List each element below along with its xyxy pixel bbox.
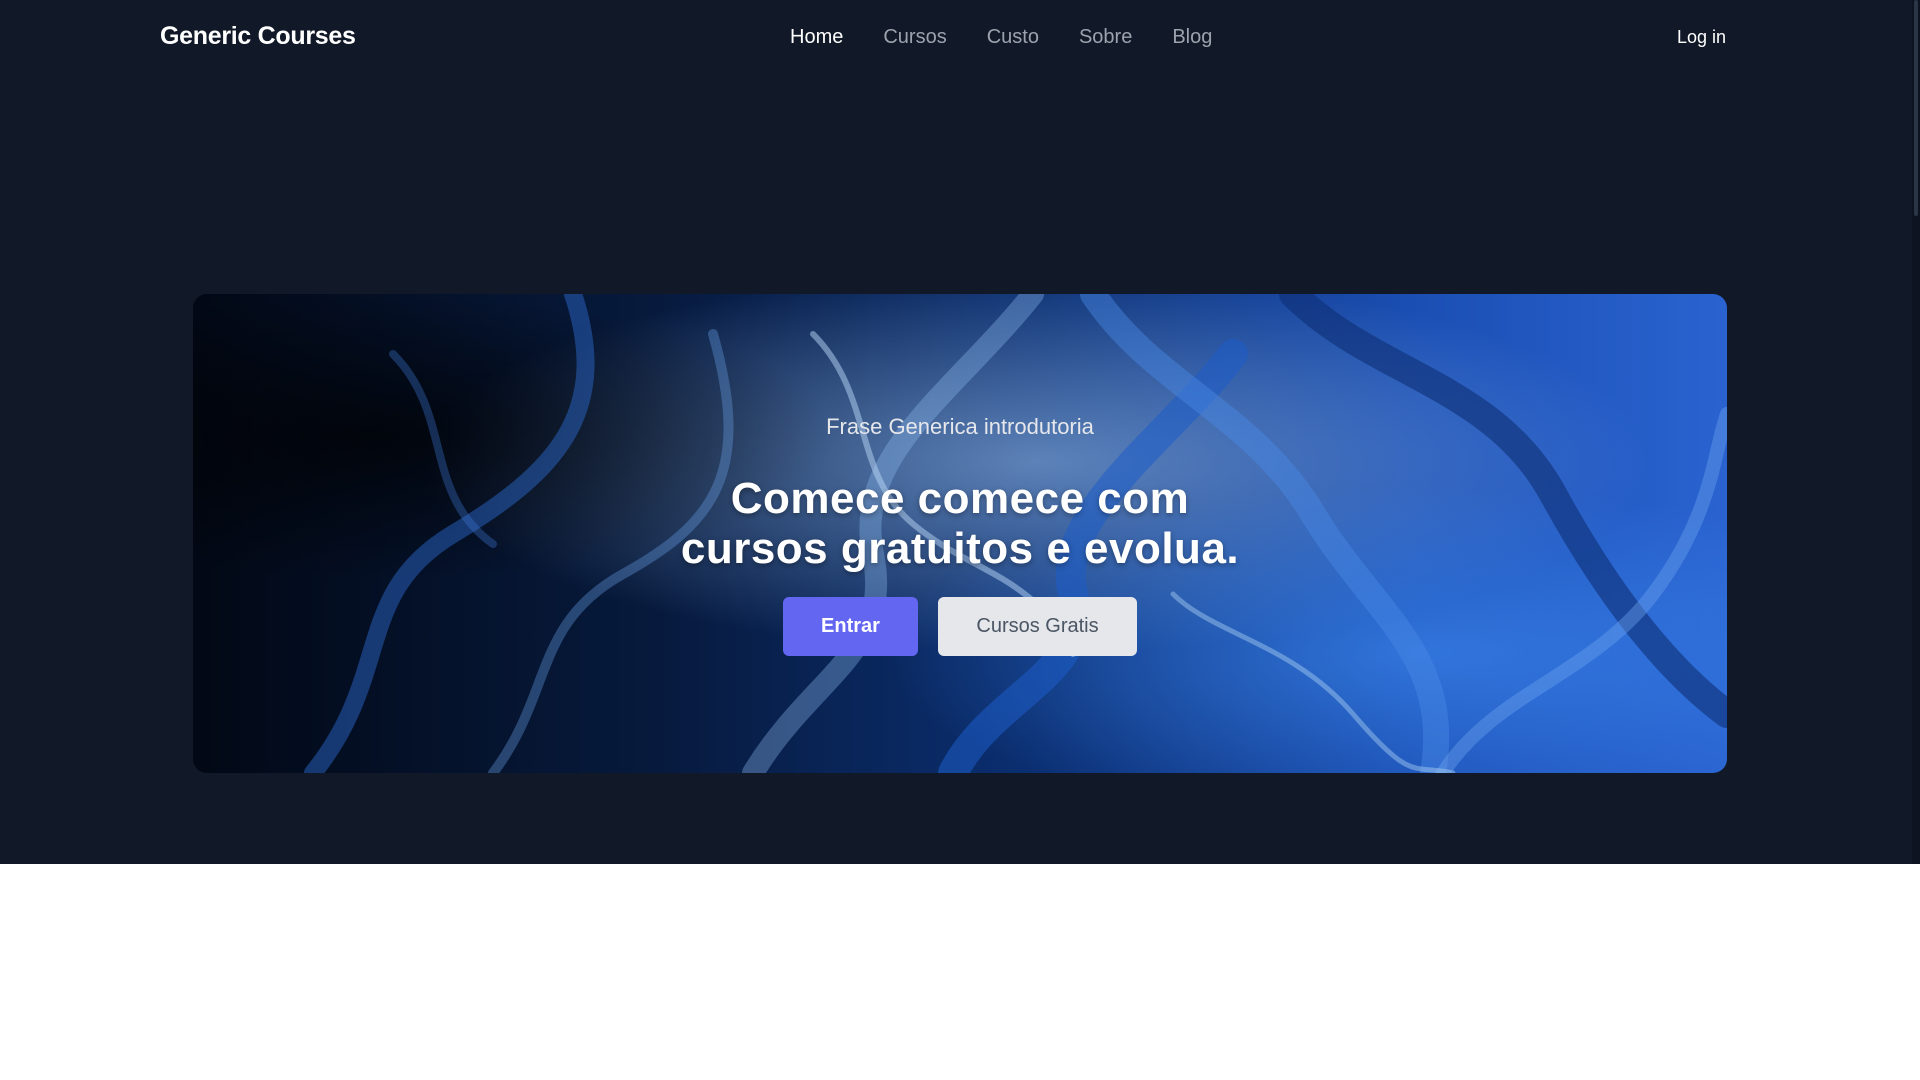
navbar: Generic Courses Home Cursos Custo Sobre … (0, 0, 1920, 78)
hero-banner: Frase Generica introdutoria Comece comec… (193, 294, 1727, 773)
brand-logo[interactable]: Generic Courses (160, 22, 356, 51)
hero-headline: Comece comece com cursos gratuitos e evo… (193, 474, 1727, 574)
nav-home[interactable]: Home (790, 26, 843, 49)
page-scrollbar[interactable] (1912, 0, 1920, 864)
hero-content: Frase Generica introdutoria Comece comec… (193, 294, 1727, 773)
nav-custo[interactable]: Custo (987, 26, 1039, 49)
cursos-gratis-button[interactable]: Cursos Gratis (938, 597, 1137, 656)
headline-line-1: Comece comece com (730, 474, 1190, 523)
hero-eyebrow: Frase Generica introdutoria (826, 414, 1094, 439)
nav-cursos[interactable]: Cursos (883, 26, 946, 49)
scrollbar-thumb[interactable] (1914, 0, 1918, 216)
page-dark-section: Generic Courses Home Cursos Custo Sobre … (0, 0, 1920, 864)
main-nav: Home Cursos Custo Sobre Blog (790, 26, 1212, 49)
nav-sobre[interactable]: Sobre (1079, 26, 1132, 49)
nav-blog[interactable]: Blog (1172, 26, 1212, 49)
login-link[interactable]: Log in (1677, 27, 1726, 48)
headline-line-2: cursos gratuitos e evolua. (680, 524, 1240, 573)
entrar-button[interactable]: Entrar (783, 597, 918, 656)
